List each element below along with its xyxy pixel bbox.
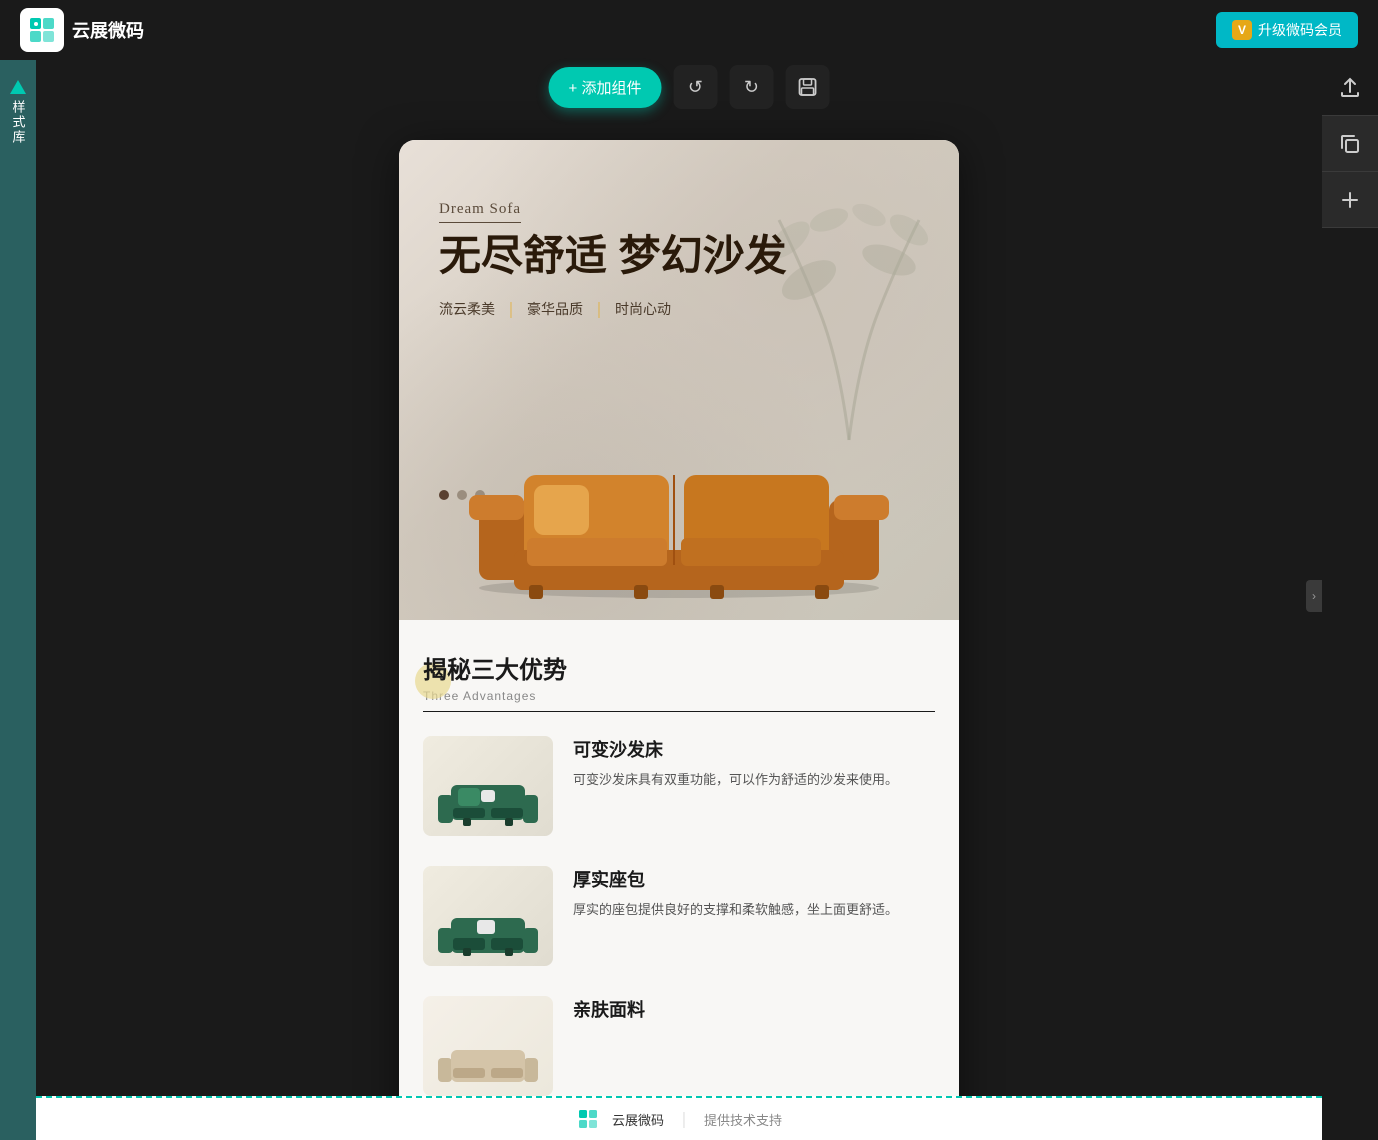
feature-title-2: 厚实座包 [573, 866, 935, 892]
feature-title-3: 亲肤面料 [573, 996, 935, 1022]
section-title-zh: 揭秘三大优势 [423, 650, 935, 685]
redo-button[interactable]: ↻ [729, 65, 773, 109]
undo-icon: ↺ [688, 77, 703, 98]
feature-image-3 [423, 996, 553, 1096]
feature-content-2: 厚实座包 厚实的座包提供良好的支撑和柔软触感，坐上面更舒适。 [573, 866, 935, 921]
add-section-button[interactable] [1322, 172, 1378, 228]
bottom-brand: 云展微码 [612, 1110, 664, 1129]
left-sidebar[interactable]: 样式库 [0, 60, 36, 1140]
hero-subtitle: Dream Sofa [439, 201, 521, 223]
upload-button[interactable] [1322, 60, 1378, 116]
redo-icon: ↻ [744, 77, 759, 98]
section-divider [423, 711, 935, 712]
vip-icon: V [1232, 20, 1252, 40]
feature-image-1 [423, 736, 553, 836]
feature-content-3: 亲肤面料 [573, 996, 935, 1030]
bottom-logo [576, 1107, 600, 1131]
separator1: ｜ [503, 297, 519, 321]
undo-button[interactable]: ↺ [673, 65, 717, 109]
add-component-bar: + 添加组件 ↺ ↻ [549, 65, 830, 109]
app-logo-text: 云展微码 [72, 17, 144, 43]
hero-banner: Dream Sofa 无尽舒适 梦幻沙发 流云柔美 ｜ 豪华品质 ｜ 时尚心动 [399, 140, 959, 620]
upgrade-label: 升级微码会员 [1258, 20, 1342, 40]
upgrade-button[interactable]: V 升级微码会员 [1216, 12, 1358, 48]
sidebar-triangle-icon [10, 80, 26, 94]
bottom-bar: 云展微码 ｜ 提供技术支持 [36, 1096, 1322, 1140]
sofa-image [459, 420, 899, 600]
hero-tags: 流云柔美 ｜ 豪华品质 ｜ 时尚心动 [439, 297, 787, 321]
hero-title: 无尽舒适 梦幻沙发 [439, 231, 787, 281]
hero-tag1: 流云柔美 [439, 299, 495, 319]
section-title-en: Three Advantages [423, 689, 935, 703]
feature-content-1: 可变沙发床 可变沙发床具有双重功能，可以作为舒适的沙发来使用。 [573, 736, 935, 791]
top-bar: 云展微码 V 升级微码会员 [0, 0, 1378, 60]
separator2: ｜ [591, 297, 607, 321]
hero-tag2: 豪华品质 [527, 299, 583, 319]
sofa-area [399, 400, 959, 620]
canvas-area: Dream Sofa 无尽舒适 梦幻沙发 流云柔美 ｜ 豪华品质 ｜ 时尚心动 [36, 60, 1322, 1140]
feature-item-3: 亲肤面料 [423, 996, 935, 1096]
bottom-separator: ｜ [676, 1107, 692, 1131]
save-button[interactable] [785, 65, 829, 109]
logo-area: 云展微码 [20, 8, 144, 52]
feature-item-2: 厚实座包 厚实的座包提供良好的支撑和柔软触感，坐上面更舒适。 [423, 866, 935, 966]
section-header: 揭秘三大优势 Three Advantages [423, 650, 935, 712]
copy-button[interactable] [1322, 116, 1378, 172]
phone-mockup: Dream Sofa 无尽舒适 梦幻沙发 流云柔美 ｜ 豪华品质 ｜ 时尚心动 [399, 140, 959, 1140]
right-toolbar [1322, 60, 1378, 228]
feature-desc-1: 可变沙发床具有双重功能，可以作为舒适的沙发来使用。 [573, 770, 935, 791]
hero-content: Dream Sofa 无尽舒适 梦幻沙发 流云柔美 ｜ 豪华品质 ｜ 时尚心动 [439, 200, 787, 321]
feature-desc-2: 厚实的座包提供良好的支撑和柔软触感，坐上面更舒适。 [573, 900, 935, 921]
add-component-button[interactable]: + 添加组件 [549, 67, 662, 108]
bottom-support: 提供技术支持 [704, 1110, 782, 1129]
hero-tag3: 时尚心动 [615, 299, 671, 319]
app-logo-icon [20, 8, 64, 52]
advantages-section: 揭秘三大优势 Three Advantages [399, 620, 959, 1140]
feature-image-2 [423, 866, 553, 966]
add-component-label: + 添加组件 [569, 77, 642, 98]
feature-title-1: 可变沙发床 [573, 736, 935, 762]
collapse-arrow[interactable]: › [1306, 580, 1322, 612]
chevron-right-icon: › [1312, 589, 1316, 603]
feature-item-1: 可变沙发床 可变沙发床具有双重功能，可以作为舒适的沙发来使用。 [423, 736, 935, 836]
sidebar-label: 样式库 [9, 100, 28, 145]
